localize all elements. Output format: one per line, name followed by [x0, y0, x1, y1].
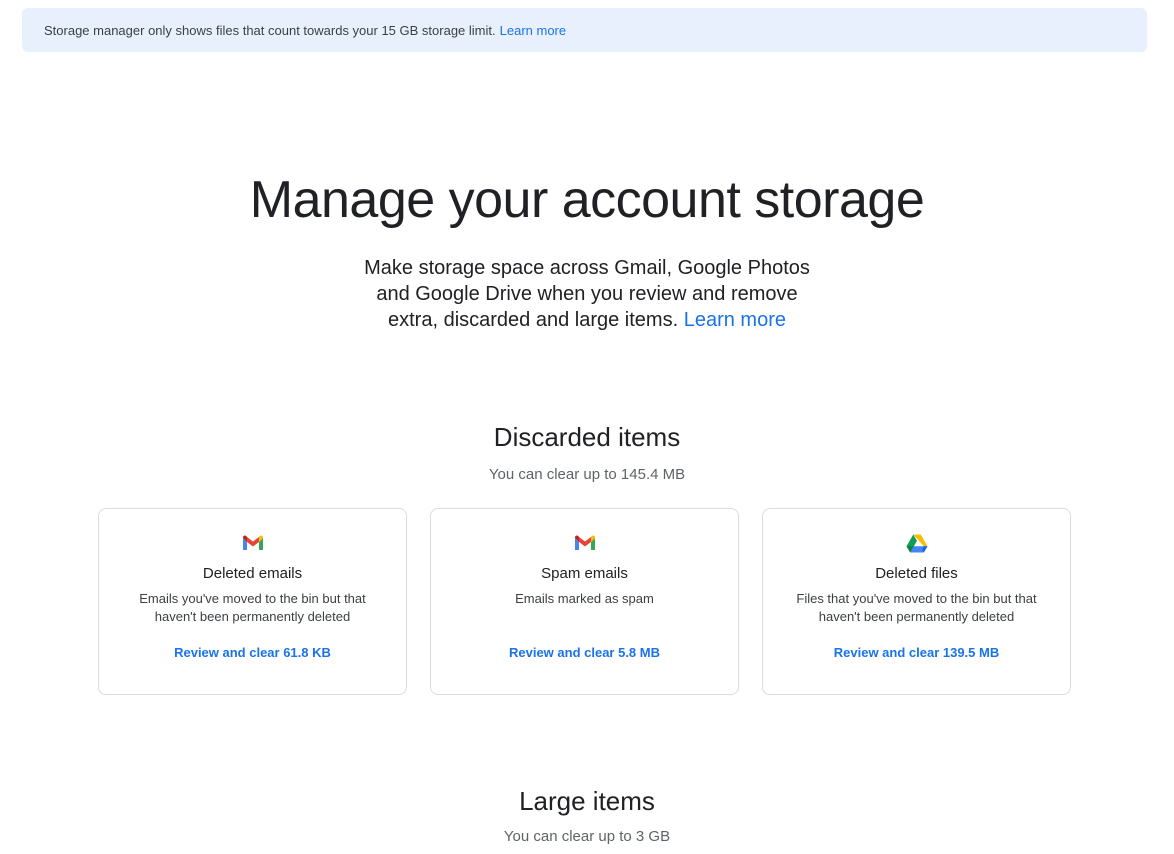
subtitle-line-1: Make storage space across Gmail, Google … [364, 257, 810, 279]
gmail-icon [241, 533, 265, 553]
storage-manager-page: Storage manager only shows files that co… [0, 0, 1174, 854]
subtitle-line-2: and Google Drive when you review and rem… [376, 283, 798, 305]
discarded-items-title: Discarded items [493, 422, 681, 452]
google-drive-icon [905, 533, 929, 553]
page-subtitle: Make storage space across Gmail, Google … [330, 255, 844, 333]
card-title: Deleted emails [202, 565, 303, 582]
info-banner: Storage manager only shows files that co… [22, 8, 1147, 52]
review-and-clear-link[interactable]: Review and clear 61.8 KB [174, 645, 331, 660]
card-spam-emails: Spam emails Emails marked as spam Review… [430, 508, 739, 695]
hero-learn-more-link[interactable]: Learn more [684, 309, 786, 331]
card-description: Files that you've moved to the bin but t… [796, 591, 1037, 624]
page-title: Manage your account storage [249, 171, 925, 229]
large-items-title: Large items [519, 786, 655, 816]
subtitle-line-3: extra, discarded and large items. Learn … [330, 307, 844, 333]
card-description: Emails marked as spam [515, 591, 654, 606]
subtitle-line-3-text: extra, discarded and large items. [388, 309, 679, 331]
banner-learn-more-link[interactable]: Learn more [500, 23, 566, 38]
discarded-items-subtitle: You can clear up to 145.4 MB [488, 466, 686, 483]
card-title: Spam emails [541, 565, 628, 582]
card-title: Deleted files [875, 565, 958, 582]
gmail-icon [573, 533, 597, 553]
card-deleted-files: Deleted files Files that you've moved to… [762, 508, 1071, 695]
review-and-clear-link[interactable]: Review and clear 5.8 MB [509, 645, 660, 660]
review-and-clear-link[interactable]: Review and clear 139.5 MB [834, 645, 999, 660]
card-deleted-emails: Deleted emails Emails you've moved to th… [98, 508, 407, 695]
large-items-subtitle: You can clear up to 3 GB [503, 828, 671, 845]
banner-text: Storage manager only shows files that co… [44, 22, 496, 38]
card-description: Emails you've moved to the bin but that … [139, 591, 366, 624]
discarded-cards: Deleted emails Emails you've moved to th… [98, 508, 1071, 695]
